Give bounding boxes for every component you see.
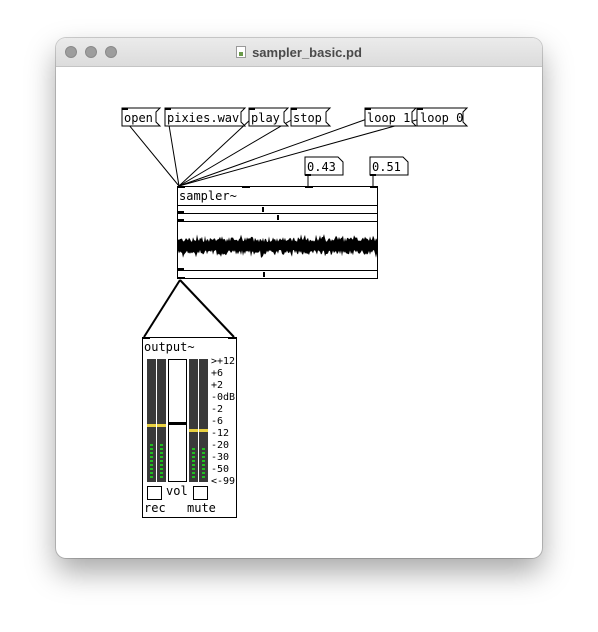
vu-segment	[192, 448, 195, 450]
volume-slider-handle[interactable]	[169, 422, 186, 425]
vu-segment	[160, 452, 163, 454]
rec-toggle[interactable]	[147, 486, 162, 500]
meter-scale-label: -12	[211, 428, 229, 439]
mute-label: mute	[187, 501, 216, 515]
number-box-2-value: 0.51	[372, 160, 401, 174]
position-handle[interactable]	[263, 272, 265, 277]
document-icon	[236, 46, 247, 58]
vol-label: vol	[166, 484, 188, 498]
msg-file-label: pixies.wav	[167, 111, 239, 125]
vu-segment	[160, 476, 163, 478]
vu-segment	[150, 448, 153, 450]
msg-loop0-label: loop 0	[420, 111, 463, 125]
meter-scale-label: -2	[211, 404, 223, 415]
window-title: sampler_basic.pd	[252, 44, 362, 60]
meter-scale-label: <-99	[211, 476, 235, 487]
vu-segment	[202, 452, 205, 454]
msg-stop-label: stop	[293, 111, 322, 125]
vu-segment	[202, 464, 205, 466]
vu-segment	[150, 464, 153, 466]
output-object: output~ >+12+6+2-0dB-2-6-12-20-30-50<-99…	[142, 337, 237, 518]
msg-play-label: play	[251, 111, 280, 125]
vu-segment	[192, 472, 195, 474]
vu-segment	[150, 444, 153, 446]
sampler-label: sampler~	[179, 189, 237, 203]
vu-segment	[160, 468, 163, 470]
title-wrap: sampler_basic.pd	[56, 38, 542, 66]
mute-toggle[interactable]	[193, 486, 208, 500]
meter-scale-label: +2	[211, 380, 223, 391]
title-bar: sampler_basic.pd	[56, 38, 542, 67]
vu-segment	[160, 464, 163, 466]
meter-scale-label: -20	[211, 440, 229, 451]
msg-file[interactable]: pixies.wav	[164, 107, 247, 127]
vu-segment	[150, 452, 153, 454]
slider-1-handle[interactable]	[262, 207, 264, 212]
vu-segment	[202, 456, 205, 458]
number-box-1-value: 0.43	[307, 160, 336, 174]
vu-segment	[192, 460, 195, 462]
meter-scale-label: +6	[211, 368, 223, 379]
vu-segment	[160, 444, 163, 446]
vu-segment	[192, 456, 195, 458]
vu-segment	[192, 464, 195, 466]
msg-stop[interactable]: stop	[290, 107, 332, 127]
vu-segment	[202, 460, 205, 462]
patch-canvas[interactable]: open pixies.wav play stop loop 1 loop 0 …	[56, 67, 542, 558]
meter-scale-label: -6	[211, 416, 223, 427]
meter-scale-label: -30	[211, 452, 229, 463]
vu-segment	[202, 472, 205, 474]
rec-label: rec	[144, 501, 166, 515]
audio-cords	[143, 279, 235, 338]
vu-segment	[150, 476, 153, 478]
vu-segment	[192, 452, 195, 454]
vu-segment	[160, 460, 163, 462]
meter-scale-label: -50	[211, 464, 229, 475]
msg-open[interactable]: open	[121, 107, 162, 127]
msg-play[interactable]: play	[248, 107, 290, 127]
vu-segment	[150, 472, 153, 474]
vu-segment	[192, 468, 195, 470]
msg-open-label: open	[124, 111, 153, 125]
vu-segment	[202, 448, 205, 450]
msg-loop0[interactable]: loop 0	[416, 107, 469, 127]
meter-scale-label: >+12	[211, 356, 235, 367]
volume-slider[interactable]	[168, 359, 187, 482]
vu-segment	[160, 472, 163, 474]
number-box-2[interactable]: 0.51	[369, 156, 409, 176]
output-label: output~	[144, 340, 195, 354]
number-box-1[interactable]: 0.43	[304, 156, 344, 176]
vu-segment	[150, 460, 153, 462]
vu-segment	[160, 448, 163, 450]
patch-window: sampler_basic.pd open pixies.wav play st…	[56, 38, 542, 558]
vu-segment	[192, 476, 195, 478]
vu-segment	[150, 456, 153, 458]
vu-segment	[202, 468, 205, 470]
sampler-object[interactable]: sampler~	[177, 186, 378, 279]
vu-segment	[202, 476, 205, 478]
meter-scale-label: -0dB	[211, 392, 235, 403]
vu-segment	[160, 456, 163, 458]
slider-2-handle[interactable]	[277, 215, 279, 220]
msg-loop1[interactable]: loop 1	[364, 107, 418, 127]
vu-segment	[150, 468, 153, 470]
msg-loop1-label: loop 1	[367, 111, 410, 125]
